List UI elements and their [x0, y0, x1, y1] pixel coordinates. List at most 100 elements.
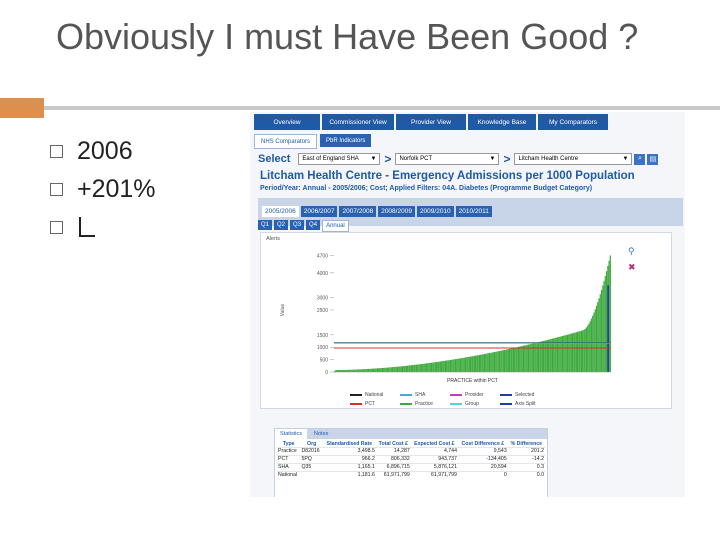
practice-bar [399, 366, 401, 372]
practice-bar [573, 332, 575, 372]
practice-dropdown[interactable]: Litcham Health Centre ▼ [514, 153, 633, 165]
tab-notes[interactable]: Notes [309, 429, 333, 439]
nav-tab-provider-view[interactable]: Provider View [396, 114, 466, 130]
practice-bar [345, 369, 347, 372]
practice-bar [456, 358, 458, 372]
practice-bar [437, 361, 439, 372]
selected-practice-bar [607, 285, 610, 372]
practice-bar [604, 276, 606, 372]
nav-tab-commissioner-view[interactable]: Commissioner View [322, 114, 394, 130]
quarter-tabs: Q1 Q2 Q3 Q4 Annual [258, 220, 349, 232]
practice-bar [520, 346, 522, 372]
practice-bar [420, 364, 423, 372]
practice-bar [404, 365, 406, 372]
practice-bar [506, 349, 508, 372]
practice-bar [524, 345, 526, 372]
practice-bar [478, 354, 480, 372]
tab-year-2007-2008[interactable]: 2007/2008 [339, 206, 377, 217]
practice-bar [368, 368, 370, 372]
pct-dropdown[interactable]: Norfolk PCT ▼ [395, 153, 500, 165]
practice-bar [362, 369, 365, 372]
tab-q1[interactable]: Q1 [258, 220, 273, 230]
column-header: Total Cost £ [378, 441, 408, 447]
table-cell: -14.2 [507, 455, 545, 464]
tab-year-2006-2007[interactable]: 2006/2007 [300, 206, 338, 217]
main-nav: Overview Commissioner View Provider View… [254, 114, 684, 130]
practice-bar [370, 368, 372, 372]
practice-bar [559, 336, 561, 372]
search-icon[interactable]: ⌕ [634, 153, 646, 165]
tab-pbr-indicators[interactable]: PbR Indicators [320, 134, 372, 147]
practice-bar [369, 368, 371, 372]
select-label: Select [258, 153, 291, 165]
practice-bar [501, 350, 503, 372]
tools-icon[interactable]: ✖ [628, 262, 636, 273]
table-cell: 61,971,799 [410, 471, 458, 479]
tab-statistics[interactable]: Statistics [275, 429, 308, 439]
nav-tab-my-comparators[interactable]: My Comparators [538, 114, 608, 130]
tab-year-2005-2006[interactable]: 2005/2006 [262, 206, 299, 217]
legend-swatch [350, 393, 362, 397]
tab-annual[interactable]: Annual [322, 220, 349, 232]
practice-bar [503, 349, 506, 372]
practice-bar [582, 330, 584, 372]
practice-bar [472, 356, 474, 372]
nav-tab-knowledge-base[interactable]: Knowledge Base [468, 114, 536, 130]
table-cell [300, 471, 323, 479]
practice-bar [574, 332, 576, 372]
sha-dropdown[interactable]: East of England SHA ▼ [298, 153, 381, 165]
practice-bar [589, 321, 591, 372]
practice-bar [600, 289, 603, 372]
table-cell: SHA [277, 463, 301, 472]
practice-bar [388, 367, 390, 372]
practice-bar [603, 280, 605, 372]
column-header: Expected Cost £ [414, 441, 455, 447]
practice-bar [463, 357, 465, 372]
practice-bar [394, 366, 396, 372]
tab-year-2009-2010[interactable]: 2009/2010 [416, 206, 454, 217]
practice-bar [351, 369, 353, 372]
statistics-panel: Statistics Notes Type Org Standardised Rat… [274, 428, 548, 497]
practice-bar [341, 369, 343, 372]
practice-bar [439, 361, 441, 372]
practice-bar [565, 334, 567, 372]
practice-bar [497, 351, 499, 372]
practice-bar [342, 369, 345, 372]
tab-q3[interactable]: Q3 [290, 220, 305, 230]
table-cell: 1,165.1 [322, 463, 376, 472]
practice-bar [482, 354, 484, 372]
practice-bar [467, 357, 469, 372]
practice-bar [435, 362, 438, 372]
table-cell: 966.2 [322, 455, 376, 464]
practice-bar [525, 345, 527, 372]
export-icon[interactable]: ▤ [647, 153, 659, 165]
tab-q4[interactable]: Q4 [306, 220, 321, 230]
tab-year-2008-2009[interactable]: 2008/2009 [378, 206, 415, 217]
tab-year-2010-2011[interactable]: 2010/2011 [455, 206, 492, 217]
nav-tab-overview[interactable]: Overview [254, 114, 320, 130]
table-body: Practice D82016 3,498.5 14,287 4,744 9,543 201… [277, 447, 545, 479]
practice-bar [403, 366, 405, 372]
practice-bar [605, 271, 608, 372]
practice-bar [540, 341, 542, 372]
practice-bar [561, 335, 564, 372]
zoom-icon[interactable]: ⚲ [628, 246, 635, 257]
practice-bar [454, 359, 457, 372]
practice-bar [429, 362, 431, 372]
practice-bar [461, 358, 463, 372]
table-cell: 14,287 [375, 447, 411, 456]
x-axis-label: PRACTICE within PCT [447, 378, 498, 384]
practice-bar [375, 368, 377, 372]
practice-bar [366, 368, 368, 372]
legend-item: Selected [500, 392, 534, 398]
legend-item: Practice [400, 401, 433, 407]
stats-tabs: Statistics Notes [275, 429, 547, 439]
bullet-square-icon [50, 144, 63, 158]
practice-bar [412, 365, 414, 372]
tab-q2[interactable]: Q2 [274, 220, 289, 230]
tab-nhs-comparators[interactable]: NHS Comparators [254, 134, 318, 149]
table-cell: National [277, 471, 301, 479]
legend-label: National [365, 392, 384, 398]
practice-bar [376, 368, 379, 372]
practice-bar [413, 364, 415, 372]
